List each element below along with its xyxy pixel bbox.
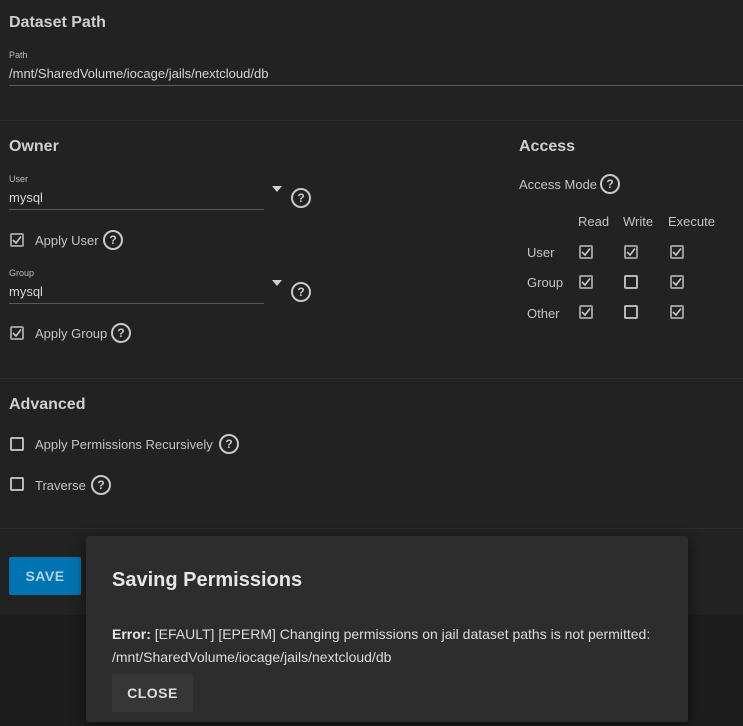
row-group: Group	[527, 275, 564, 290]
apply-user-help-icon[interactable]: ?	[103, 230, 123, 250]
traverse-label: Traverse	[35, 478, 86, 493]
chevron-down-icon[interactable]	[272, 186, 282, 192]
owner-title: Owner	[9, 138, 59, 155]
other-read-checkbox[interactable]	[579, 305, 593, 319]
dataset-path-title: Dataset Path	[9, 14, 106, 31]
group-read-checkbox[interactable]	[579, 275, 593, 289]
section-divider	[0, 120, 743, 121]
apply-recursively-label: Apply Permissions Recursively	[35, 437, 213, 452]
user-underline	[9, 209, 264, 210]
user-write-checkbox[interactable]	[624, 245, 638, 259]
group-label: Group	[9, 268, 35, 278]
error-text: [EFAULT] [EPERM] Changing permissions on…	[112, 626, 651, 665]
user-read-checkbox[interactable]	[579, 245, 593, 259]
dialog-title: Saving Permissions	[112, 569, 303, 591]
apply-group-checkbox[interactable]	[10, 326, 24, 340]
apply-group-help-icon[interactable]: ?	[111, 323, 131, 343]
apply-group-label: Apply Group	[35, 326, 108, 341]
apply-recursively-checkbox[interactable]	[10, 437, 24, 451]
access-title: Access	[519, 138, 576, 155]
row-other: Other	[527, 306, 560, 321]
section-divider	[0, 378, 743, 379]
error-prefix: Error:	[112, 626, 151, 642]
apply-user-checkbox[interactable]	[10, 233, 24, 247]
check-icon	[12, 329, 22, 338]
check-icon	[581, 248, 591, 257]
user-label: User	[9, 174, 29, 184]
path-underline	[9, 85, 743, 86]
apply-recursively-help-icon[interactable]: ?	[219, 434, 239, 454]
check-icon	[672, 278, 682, 287]
check-icon	[672, 248, 682, 257]
dialog-error-message: Error: [EFAULT] [EPERM] Changing permiss…	[112, 623, 652, 669]
group-underline	[9, 303, 264, 304]
column-write: Write	[623, 214, 654, 229]
user-help-icon[interactable]: ?	[291, 188, 311, 208]
group-write-checkbox[interactable]	[624, 275, 638, 289]
section-divider	[0, 528, 743, 529]
close-button[interactable]: CLOSE	[112, 674, 193, 712]
column-read: Read	[578, 214, 610, 229]
check-icon	[12, 236, 22, 245]
save-button[interactable]: SAVE	[9, 557, 81, 595]
check-icon	[672, 308, 682, 317]
chevron-down-icon[interactable]	[272, 280, 282, 286]
apply-user-label: Apply User	[35, 233, 99, 248]
other-write-checkbox[interactable]	[624, 305, 638, 319]
row-user: User	[527, 245, 555, 260]
user-value: mysql	[9, 190, 43, 205]
check-icon	[581, 278, 591, 287]
user-execute-checkbox[interactable]	[670, 245, 684, 259]
saving-permissions-dialog: Saving Permissions Error: [EFAULT] [EPER…	[86, 536, 688, 722]
group-value: mysql	[9, 284, 43, 299]
access-mode-help-icon[interactable]: ?	[600, 174, 620, 194]
other-execute-checkbox[interactable]	[670, 305, 684, 319]
check-icon	[581, 308, 591, 317]
path-value: /mnt/SharedVolume/iocage/jails/nextcloud…	[9, 66, 269, 81]
access-mode-label: Access Mode	[519, 177, 598, 192]
column-execute: Execute	[668, 214, 715, 229]
group-execute-checkbox[interactable]	[670, 275, 684, 289]
traverse-checkbox[interactable]	[10, 477, 24, 491]
advanced-title: Advanced	[9, 396, 86, 413]
traverse-help-icon[interactable]: ?	[91, 475, 111, 495]
path-label: Path	[9, 50, 28, 60]
group-help-icon[interactable]: ?	[291, 282, 311, 302]
check-icon	[626, 248, 636, 257]
